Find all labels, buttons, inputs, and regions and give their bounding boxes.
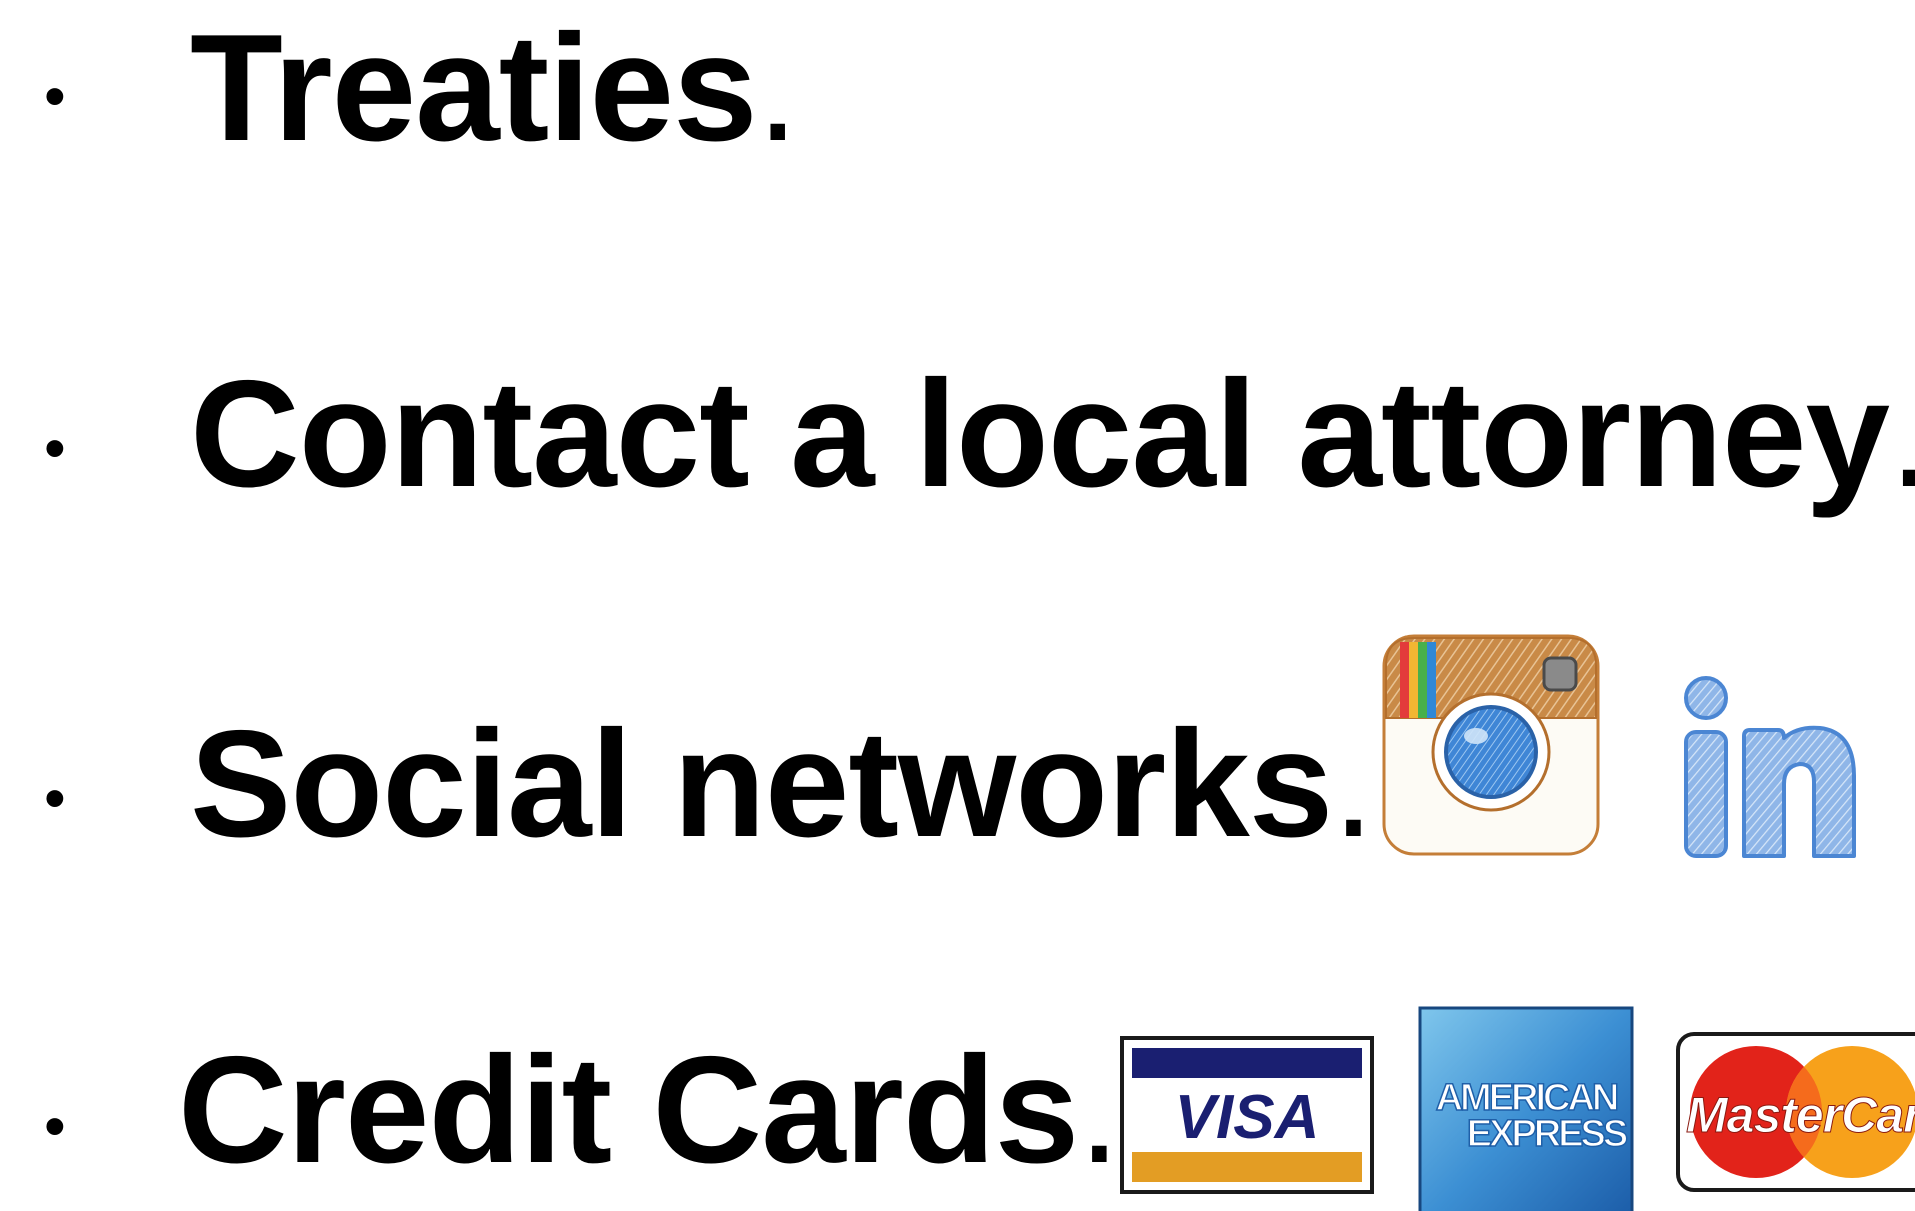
item-punctuation: .: [756, 3, 799, 173]
bullet-marker: •: [44, 1092, 66, 1161]
american-express-logo: AMERICAN EXPRESS: [1418, 1006, 1634, 1211]
bullet-text: Contact a local attorney.: [190, 358, 1915, 510]
item-label: Credit Cards: [178, 1025, 1079, 1195]
item-punctuation: .: [1889, 349, 1915, 519]
visa-logo: VISA: [1120, 1036, 1374, 1194]
amex-wordmark-line2: EXPRESS: [1467, 1113, 1627, 1155]
visa-wordmark: VISA: [1175, 1083, 1320, 1152]
bullet-text: Credit Cards.: [178, 1034, 1120, 1186]
item-label: Treaties: [190, 3, 758, 173]
instagram-icon: [1380, 632, 1602, 858]
bullet-marker: •: [44, 764, 66, 833]
bullet-marker: •: [44, 62, 66, 131]
bullet-marker: •: [44, 414, 66, 483]
bullet-text: Treaties.: [190, 12, 799, 164]
linkedin-icon: [1680, 672, 1860, 860]
item-punctuation: .: [1332, 699, 1374, 869]
bullet-text: Social networks.: [190, 708, 1375, 860]
item-label: Contact a local attorney: [190, 349, 1890, 519]
mastercard-wordmark: MasterCard: [1686, 1087, 1915, 1143]
mastercard-logo: MasterCard: [1676, 1032, 1915, 1192]
item-label: Social networks: [190, 699, 1333, 869]
item-punctuation: .: [1078, 1025, 1120, 1195]
